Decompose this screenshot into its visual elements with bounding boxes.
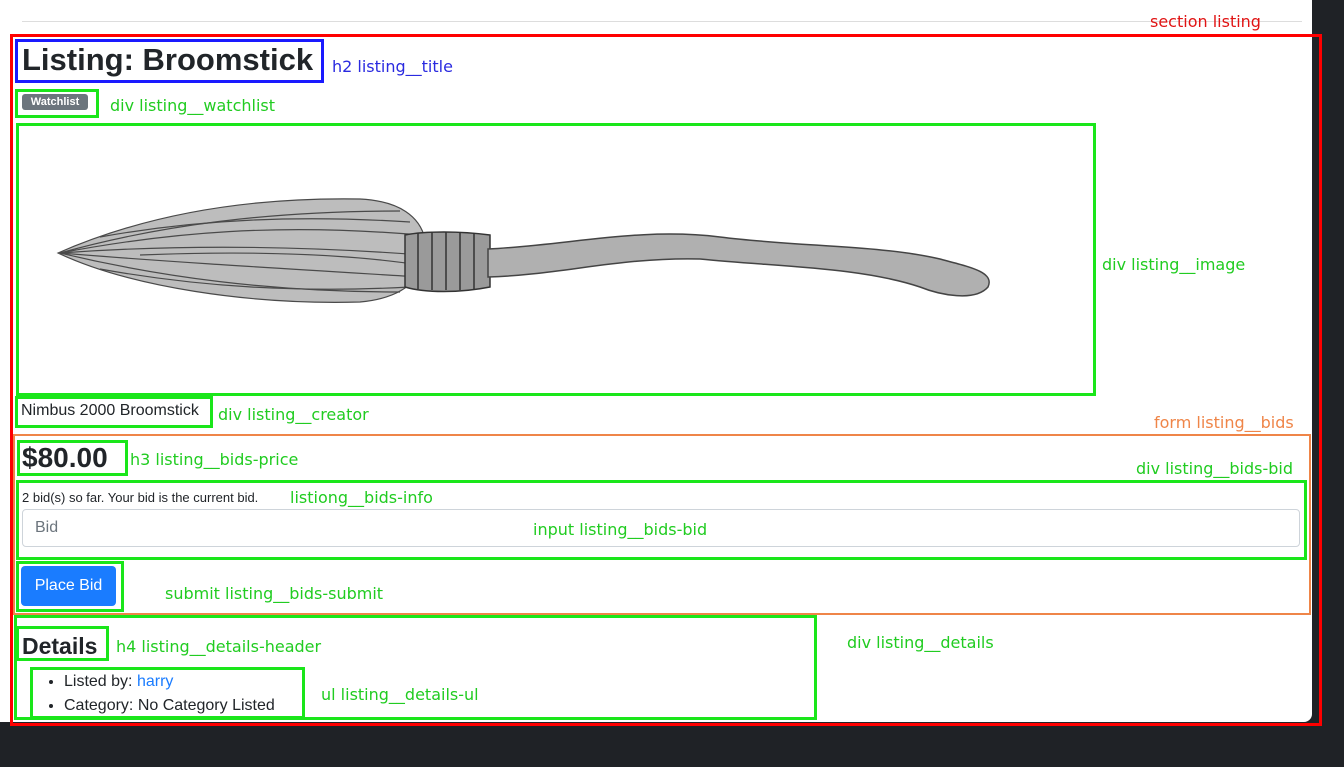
creator-outline [15, 396, 213, 428]
submit-annotation: submit listing__bids-submit [165, 584, 384, 603]
input-annotation: input listing__bids-bid [533, 520, 708, 539]
image-outline [16, 123, 1096, 396]
price-annotation: h3 listing__bids-price [130, 450, 299, 469]
creator-annotation: div listing__creator [218, 405, 369, 424]
bids-form-annotation: form listing__bids [1154, 413, 1294, 432]
title-outline [15, 39, 324, 83]
title-annotation: h2 listing__title [332, 57, 453, 76]
image-annotation: div listing__image [1102, 255, 1246, 274]
details-ul-annotation: ul listing__details-ul [321, 685, 479, 704]
details-ul-outline [30, 667, 305, 719]
listing-page: section listing Listing: Broomstick h2 l… [0, 0, 1322, 726]
watchlist-outline [15, 89, 99, 118]
section-listing-annotation: section listing [1150, 12, 1261, 31]
watchlist-annotation: div listing__watchlist [110, 96, 275, 115]
price-outline [17, 440, 128, 476]
submit-outline [16, 561, 124, 612]
top-divider [22, 21, 1302, 22]
bids-bid-annotation: div listing__bids-bid [1136, 459, 1294, 478]
details-annotation: div listing__details [847, 633, 994, 652]
